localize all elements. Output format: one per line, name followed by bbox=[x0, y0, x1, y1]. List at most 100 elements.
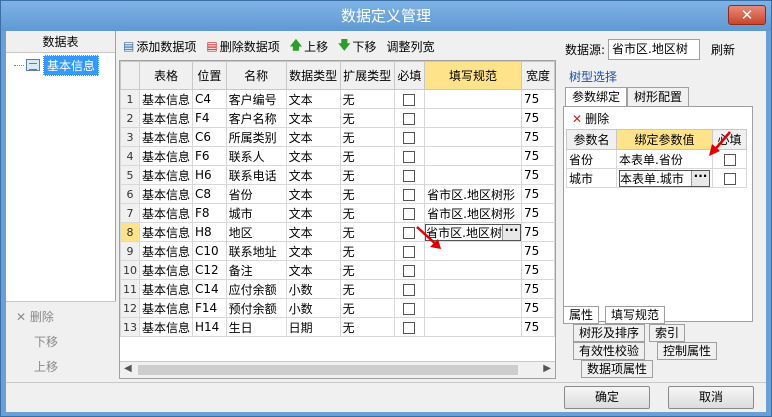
cell-type[interactable]: 文本 bbox=[285, 89, 341, 109]
column-header[interactable]: 宽度 bbox=[520, 61, 555, 90]
table-row[interactable]: 5 基本信息 H6 联系电话 文本无 75 bbox=[120, 165, 555, 185]
cell-ext-type[interactable]: 无 bbox=[339, 89, 395, 109]
row-number[interactable]: 1 bbox=[120, 89, 140, 109]
row-number[interactable]: 7 bbox=[120, 203, 140, 223]
table-row[interactable]: 8 基本信息 H8 地区 文本无省市区.地区树 ··· 75 bbox=[120, 222, 555, 242]
cell-position[interactable]: C12 bbox=[192, 260, 227, 280]
cell-type[interactable]: 文本 bbox=[285, 184, 341, 204]
table-row[interactable]: 12 基本信息 F14 预付余额 小数无 75 bbox=[120, 298, 555, 318]
column-header[interactable]: 扩展类型 bbox=[339, 61, 395, 90]
cell-ext-type[interactable]: 无 bbox=[339, 165, 395, 185]
cell-fill-rule[interactable] bbox=[424, 146, 522, 166]
cell-name[interactable]: 备注 bbox=[225, 260, 287, 280]
cell-ext-type[interactable]: 无 bbox=[339, 203, 395, 223]
cell-fill-rule[interactable] bbox=[424, 89, 522, 109]
tab-tree-config[interactable]: 树形配置 bbox=[627, 87, 690, 106]
required-checkbox[interactable] bbox=[403, 188, 416, 201]
row-number[interactable]: 6 bbox=[120, 184, 140, 204]
cell-name[interactable]: 联系人 bbox=[225, 146, 287, 166]
table-row[interactable]: 3 基本信息 C6 所属类别 文本无 75 bbox=[120, 127, 555, 147]
cell-fill-rule[interactable] bbox=[424, 165, 522, 185]
cell-ext-type[interactable]: 无 bbox=[339, 108, 395, 128]
tab-item-props[interactable]: 数据项属性 bbox=[581, 360, 654, 378]
cell-width[interactable]: 75 bbox=[520, 317, 555, 337]
param-value-edit-cell[interactable]: 本表单.城市 ··· bbox=[616, 168, 713, 188]
cell-width[interactable]: 75 bbox=[520, 108, 555, 128]
tab-index[interactable]: 索引 bbox=[649, 324, 686, 342]
cell-fill-rule[interactable] bbox=[424, 127, 522, 147]
tree-item-basic-info[interactable]: 基本信息 bbox=[14, 54, 100, 76]
required-checkbox[interactable] bbox=[403, 93, 416, 106]
cell-width[interactable]: 75 bbox=[520, 184, 555, 204]
cell-position[interactable]: F14 bbox=[192, 298, 227, 318]
cell-table[interactable]: 基本信息 bbox=[138, 108, 194, 128]
tab-validation[interactable]: 有效性校验 bbox=[573, 342, 646, 360]
table-row[interactable]: 13 基本信息 H14 生日 日期无 75 bbox=[120, 317, 555, 337]
cell-type[interactable]: 文本 bbox=[285, 108, 341, 128]
cell-table[interactable]: 基本信息 bbox=[138, 127, 194, 147]
cell-fill-rule[interactable] bbox=[424, 317, 522, 337]
table-row[interactable]: 11 基本信息 C14 应付余额 小数无 75 bbox=[120, 279, 555, 299]
cell-name[interactable]: 所属类别 bbox=[225, 127, 287, 147]
param-column-header[interactable]: 参数名 bbox=[566, 129, 617, 150]
cell-type[interactable]: 文本 bbox=[285, 260, 341, 280]
cell-table[interactable]: 基本信息 bbox=[138, 241, 194, 261]
required-checkbox[interactable] bbox=[403, 226, 416, 239]
cell-type[interactable]: 文本 bbox=[285, 203, 341, 223]
cell-ext-type[interactable]: 无 bbox=[339, 241, 395, 261]
cell-position[interactable]: H6 bbox=[192, 165, 227, 185]
cell-table[interactable]: 基本信息 bbox=[138, 279, 194, 299]
row-number[interactable]: 2 bbox=[120, 108, 140, 128]
cell-width[interactable]: 75 bbox=[520, 222, 555, 242]
row-number[interactable]: 13 bbox=[120, 317, 140, 337]
cell-table[interactable]: 基本信息 bbox=[138, 184, 194, 204]
cell-type[interactable]: 日期 bbox=[285, 317, 341, 337]
param-value-editor[interactable]: 本表单.城市 ··· bbox=[619, 169, 710, 187]
required-checkbox[interactable] bbox=[403, 169, 416, 182]
cell-name[interactable]: 预付余额 bbox=[225, 298, 287, 318]
cell-type[interactable]: 文本 bbox=[285, 127, 341, 147]
row-number[interactable]: 12 bbox=[120, 298, 140, 318]
table-delete-button[interactable]: ✕ 删除 bbox=[16, 308, 54, 325]
row-number[interactable]: 10 bbox=[120, 260, 140, 280]
cell-fill-rule[interactable]: 省市区.地区树形 bbox=[424, 203, 522, 223]
cell-ext-type[interactable]: 无 bbox=[339, 279, 395, 299]
column-header[interactable]: 位置 bbox=[192, 61, 227, 90]
add-item-button[interactable]: ▤ 添加数据项 bbox=[123, 38, 196, 55]
cell-type[interactable]: 文本 bbox=[285, 241, 341, 261]
cell-width[interactable]: 75 bbox=[520, 241, 555, 261]
cell-type[interactable]: 小数 bbox=[285, 279, 341, 299]
cell-position[interactable]: C8 bbox=[192, 184, 227, 204]
cell-table[interactable]: 基本信息 bbox=[138, 317, 194, 337]
required-checkbox[interactable] bbox=[403, 150, 416, 163]
cancel-button[interactable]: 取消 bbox=[668, 386, 754, 409]
scroll-right-icon[interactable]: ▶ bbox=[543, 363, 551, 374]
row-number[interactable]: 9 bbox=[120, 241, 140, 261]
required-checkbox[interactable] bbox=[403, 321, 416, 334]
cell-position[interactable]: H14 bbox=[192, 317, 227, 337]
cell-position[interactable]: F6 bbox=[192, 146, 227, 166]
cell-name[interactable]: 生日 bbox=[225, 317, 287, 337]
cell-fill-rule[interactable] bbox=[424, 108, 522, 128]
required-checkbox[interactable] bbox=[403, 264, 416, 277]
close-button[interactable]: ✕ bbox=[728, 5, 766, 25]
cell-name[interactable]: 联系电话 bbox=[225, 165, 287, 185]
cell-width[interactable]: 75 bbox=[520, 89, 555, 109]
cell-type[interactable]: 文本 bbox=[285, 146, 341, 166]
tab-tree-sort[interactable]: 树形及排序 bbox=[573, 324, 646, 342]
required-checkbox[interactable] bbox=[403, 131, 416, 144]
cell-width[interactable]: 75 bbox=[520, 165, 555, 185]
horizontal-scrollbar[interactable]: ◀ ▶ bbox=[120, 361, 555, 378]
adjust-width-button[interactable]: 调整列宽 bbox=[386, 38, 434, 55]
cell-table[interactable]: 基本信息 bbox=[138, 89, 194, 109]
cell-width[interactable]: 75 bbox=[520, 298, 555, 318]
table-row[interactable]: 7 基本信息 F8 城市 文本无 省市区.地区树形 75 bbox=[120, 203, 555, 223]
cell-table[interactable]: 基本信息 bbox=[138, 222, 194, 242]
column-header-active[interactable]: 填写规范 bbox=[424, 61, 522, 90]
required-checkbox[interactable] bbox=[723, 172, 736, 185]
cell-table[interactable]: 基本信息 bbox=[138, 298, 194, 318]
cell-position[interactable]: C4 bbox=[192, 89, 227, 109]
cell-table[interactable]: 基本信息 bbox=[138, 203, 194, 223]
cell-name[interactable]: 城市 bbox=[225, 203, 287, 223]
cell-width[interactable]: 75 bbox=[520, 146, 555, 166]
